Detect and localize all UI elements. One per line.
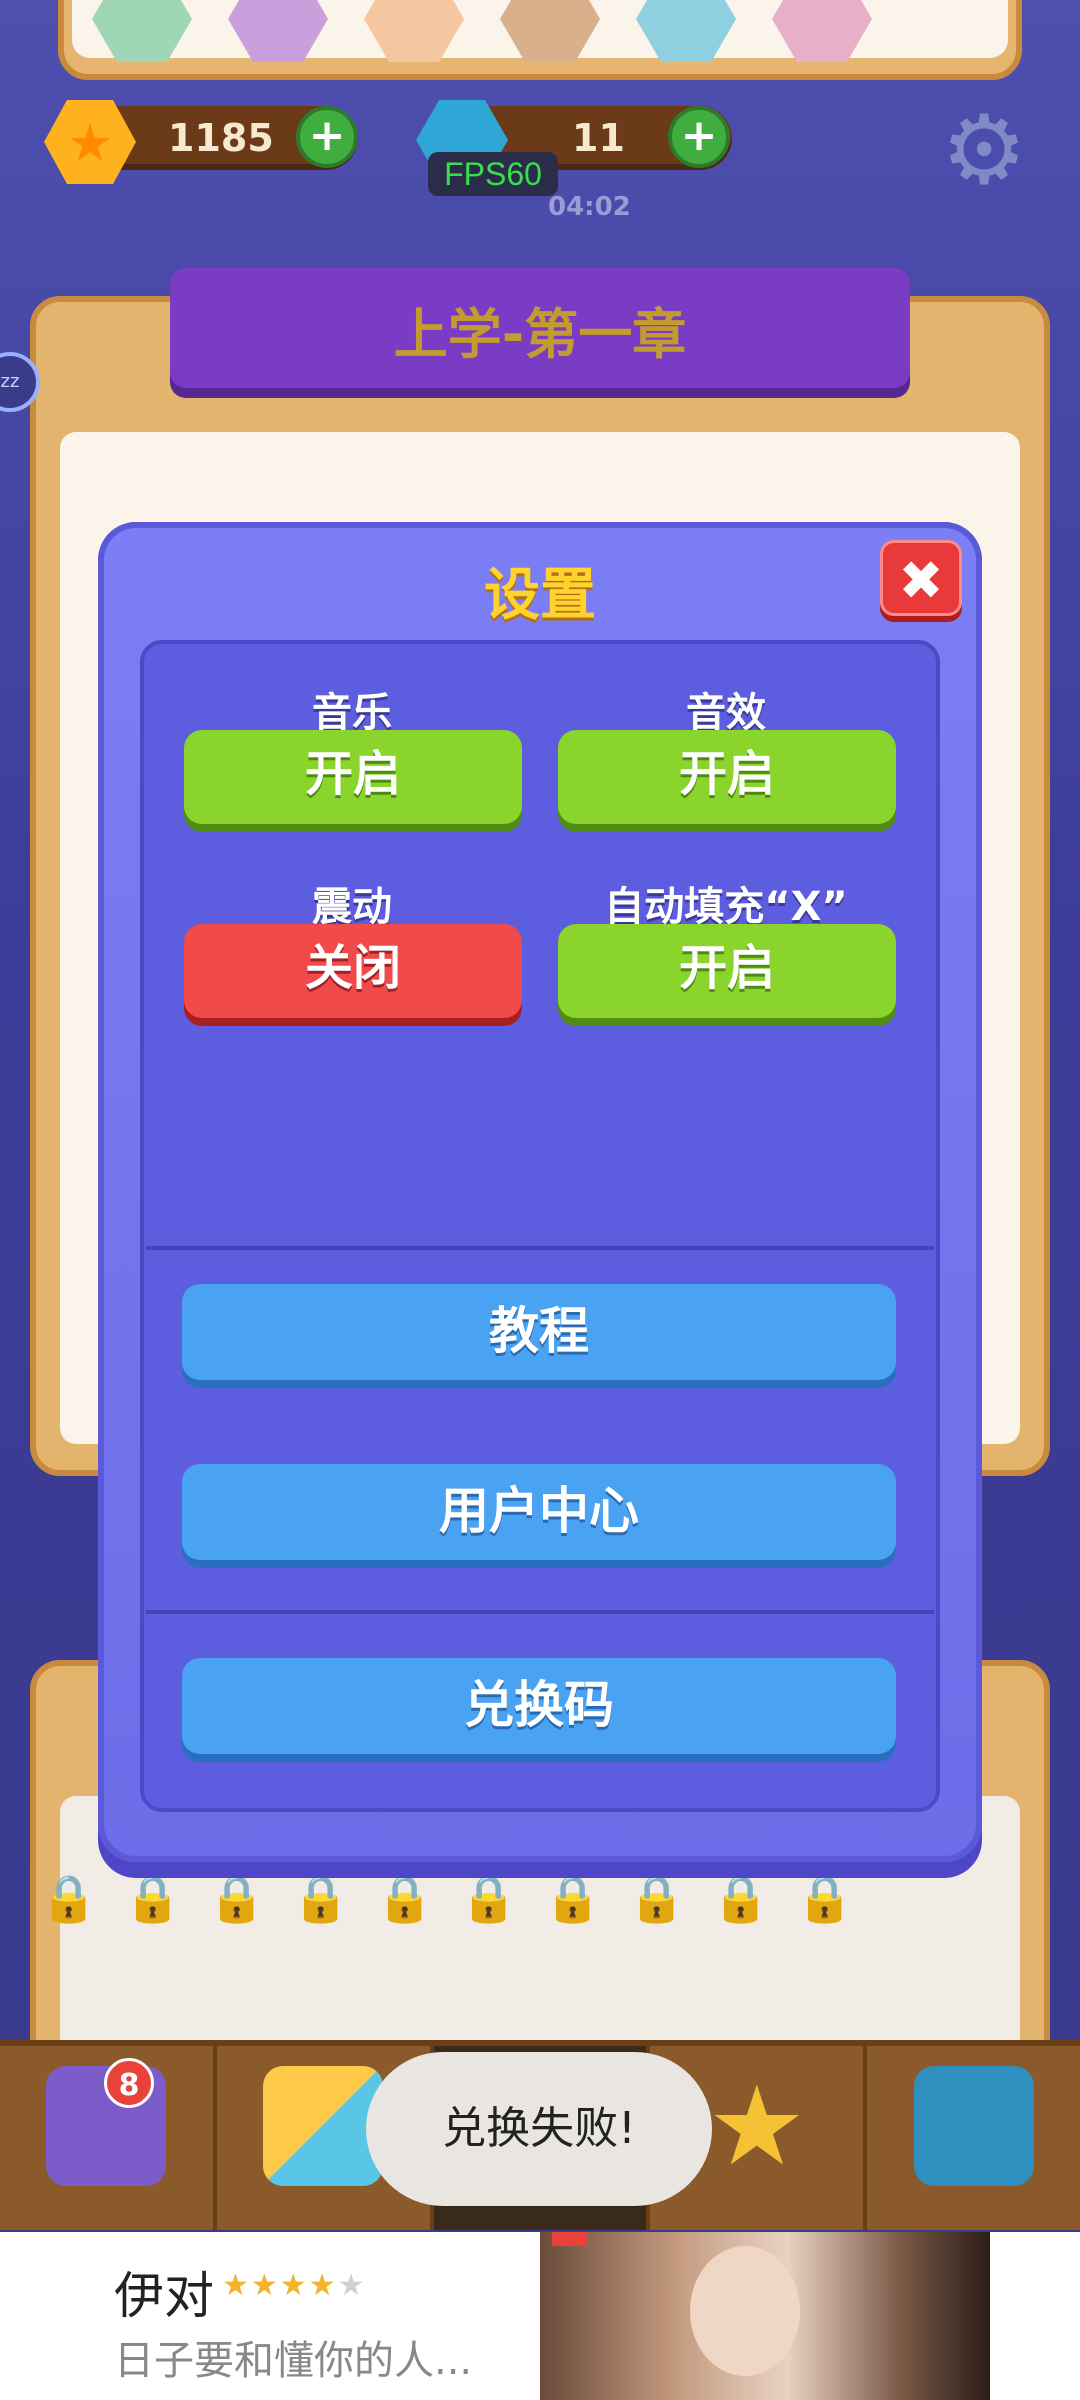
ad-rating-filled: ★★★★: [222, 2268, 338, 2303]
chapter-title: 上学-第一章: [393, 303, 687, 366]
ad-subtitle: 日子要和懂你的人...: [114, 2338, 473, 2384]
gems-value: 11: [572, 116, 625, 160]
toast-message: 兑换失败!: [366, 2052, 712, 2206]
lock-icon: 🔒: [460, 1871, 518, 1925]
lock-icon: 🔒: [292, 1871, 350, 1925]
nav-collection[interactable]: [867, 2046, 1080, 2230]
tutorial-button[interactable]: 教程: [182, 1284, 896, 1380]
timer: 04:02: [548, 192, 631, 222]
ad-portrait: [690, 2246, 800, 2376]
ad-rating: ★★★★★: [222, 2268, 366, 2303]
top-hex-row: [92, 0, 988, 62]
fps-counter: FPS60: [428, 152, 558, 196]
level-tile[interactable]: [92, 0, 192, 62]
level-tile[interactable]: [772, 0, 872, 62]
chapter-banner: 上学-第一章: [170, 268, 910, 388]
level-tile[interactable]: [228, 0, 328, 62]
lock-icon: 🔒: [712, 1871, 770, 1925]
shop-badge: 8: [104, 2058, 154, 2108]
level-tile[interactable]: [364, 0, 464, 62]
star-trophy-icon: ★: [707, 2062, 807, 2190]
lock-icon: 🔒: [376, 1871, 434, 1925]
nav-shop[interactable]: 8: [0, 2046, 217, 2230]
top-board-inner: [72, 0, 1008, 62]
vibration-toggle[interactable]: 关闭: [184, 924, 522, 1018]
level-tile[interactable]: [500, 0, 600, 62]
book-icon: [913, 2066, 1034, 2186]
ad-banner[interactable]: 伊对 ★★★★★ 日子要和懂你的人...: [0, 2232, 1080, 2400]
add-stars-button[interactable]: +: [296, 106, 358, 168]
lock-icon: 🔒: [628, 1871, 686, 1925]
lock-icon: 🔒: [796, 1871, 854, 1925]
lock-icon: 🔒: [40, 1871, 98, 1925]
level-tile[interactable]: [636, 0, 736, 62]
close-button[interactable]: ✖: [880, 540, 962, 616]
divider: [146, 1610, 934, 1614]
ad-image: [540, 2232, 990, 2400]
redeem-code-button[interactable]: 兑换码: [182, 1658, 896, 1754]
settings-dialog: 设置 ✖ 音乐 开启 音效 开启 震动 关闭 自动填充“X” 开启 教程 用户中…: [98, 522, 982, 1862]
autofill-toggle[interactable]: 开启: [558, 924, 896, 1018]
top-level-board: [58, 0, 1022, 80]
sound-toggle[interactable]: 开启: [558, 730, 896, 824]
ad-title: 伊对: [114, 2267, 214, 2325]
locked-levels: 🔒 🔒 🔒 🔒 🔒 🔒 🔒 🔒 🔒 🔒: [40, 1870, 1040, 2040]
close-icon: ✖: [898, 549, 944, 612]
ad-tag: [552, 2232, 588, 2246]
stars-value: 1185: [168, 116, 274, 160]
user-center-button[interactable]: 用户中心: [182, 1464, 896, 1560]
divider: [146, 1246, 934, 1250]
add-gems-button[interactable]: +: [668, 106, 730, 168]
ad-rating-empty: ★: [337, 2268, 367, 2303]
lock-icon: 🔒: [208, 1871, 266, 1925]
gear-icon[interactable]: ⚙: [934, 100, 1034, 200]
music-toggle[interactable]: 开启: [184, 730, 522, 824]
lock-icon: 🔒: [124, 1871, 182, 1925]
settings-title: 设置: [484, 563, 596, 628]
lock-icon: 🔒: [544, 1871, 602, 1925]
